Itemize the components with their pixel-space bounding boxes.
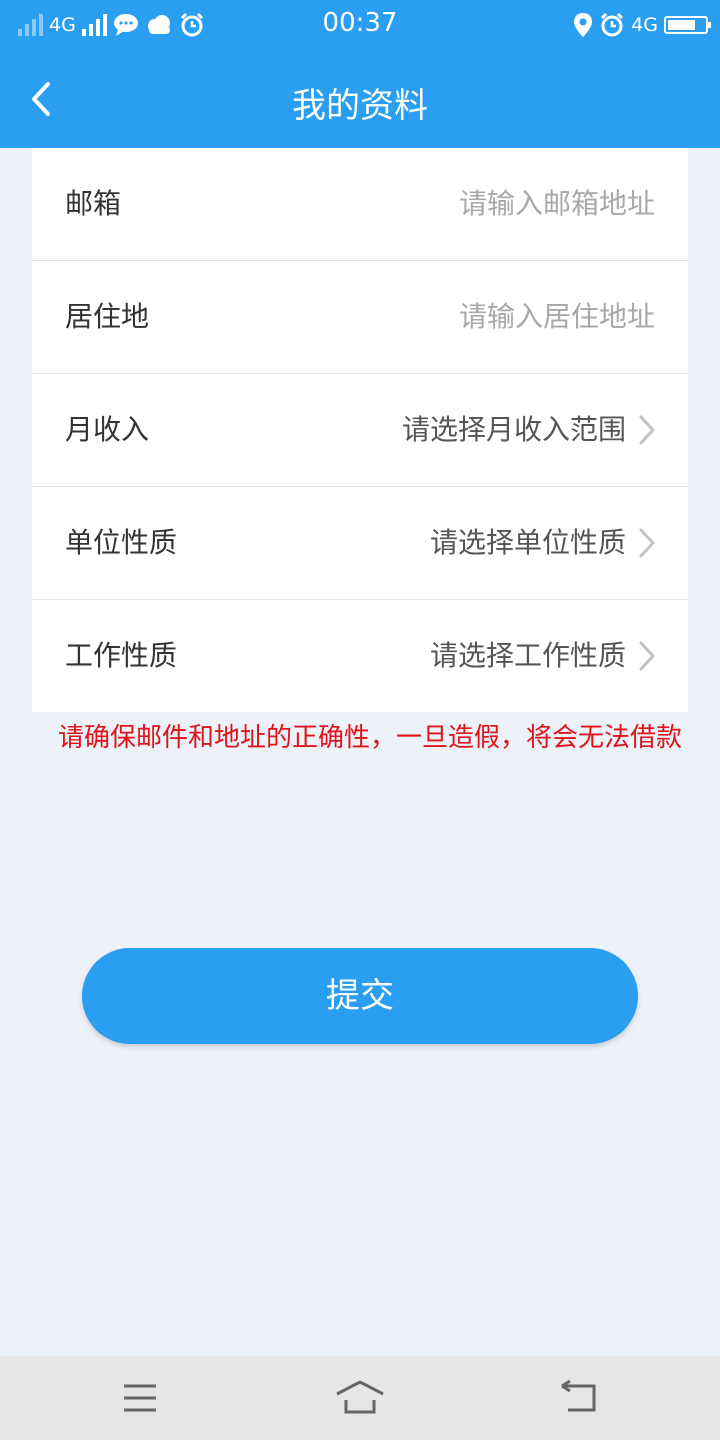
monthly-income-select[interactable]: 请选择月收入范围 bbox=[402, 374, 626, 486]
title-bar: 我的资料 bbox=[0, 50, 720, 148]
employer-type-select[interactable]: 请选择单位性质 bbox=[430, 487, 626, 599]
status-right: 4G bbox=[573, 10, 711, 40]
job-type-label: 工作性质 bbox=[65, 639, 178, 672]
battery-icon bbox=[664, 16, 711, 34]
battery-level-fill bbox=[668, 20, 695, 30]
profile-form: 邮箱 请输入邮箱地址 居住地 请输入居住地址 月收入 请选择月收入范围 单位性质… bbox=[32, 148, 688, 712]
warning-message: 请确保邮件和地址的正确性，一旦造假，将会无法借款 bbox=[57, 723, 682, 753]
job-type-select[interactable]: 请选择工作性质 bbox=[430, 600, 626, 712]
employer-type-row[interactable]: 单位性质 请选择单位性质 bbox=[32, 487, 688, 600]
residence-input[interactable]: 请输入居住地址 bbox=[459, 261, 655, 373]
menu-icon[interactable] bbox=[110, 1378, 170, 1418]
employer-type-label: 单位性质 bbox=[65, 526, 178, 559]
location-icon bbox=[574, 13, 593, 37]
alarm-icon-right bbox=[601, 12, 624, 37]
monthly-income-label: 月收入 bbox=[65, 413, 150, 446]
email-input[interactable]: 请输入邮箱地址 bbox=[459, 148, 655, 260]
residence-row[interactable]: 居住地 请输入居住地址 bbox=[32, 261, 688, 374]
job-type-row[interactable]: 工作性质 请选择工作性质 bbox=[32, 600, 688, 712]
residence-label: 居住地 bbox=[65, 300, 150, 333]
chevron-right-icon bbox=[639, 641, 656, 671]
network-type-right: 4G bbox=[631, 14, 658, 36]
page-title: 我的资料 bbox=[292, 86, 428, 126]
chevron-right-icon bbox=[639, 415, 656, 445]
monthly-income-row[interactable]: 月收入 请选择月收入范围 bbox=[32, 374, 688, 487]
email-row[interactable]: 邮箱 请输入邮箱地址 bbox=[32, 148, 688, 261]
status-bar: 4G 00:37 4G bbox=[0, 0, 720, 50]
submit-button[interactable]: 提交 bbox=[82, 948, 638, 1044]
chevron-right-icon bbox=[639, 528, 656, 558]
home-icon[interactable] bbox=[330, 1378, 390, 1418]
system-nav-bar bbox=[0, 1356, 720, 1440]
back-icon[interactable] bbox=[550, 1378, 610, 1418]
email-label: 邮箱 bbox=[65, 187, 122, 220]
